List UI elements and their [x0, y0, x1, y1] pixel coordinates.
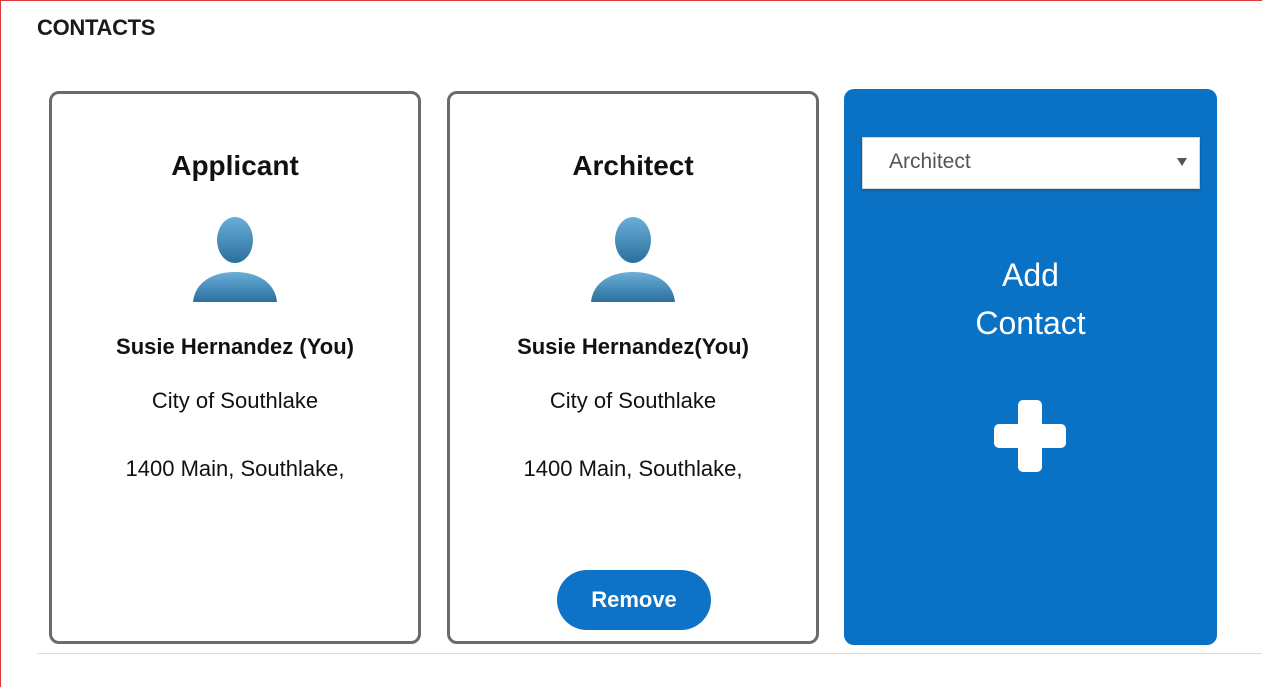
- contacts-panel: CONTACTS Applicant Susie Hernandez (You)…: [0, 0, 1262, 687]
- contact-card-applicant: Applicant Susie Hernandez (You) City of …: [49, 91, 421, 644]
- section-divider: [37, 653, 1262, 654]
- contact-card-architect: Architect Susie Hernandez(You) City of S…: [447, 91, 819, 644]
- contact-name: Susie Hernandez(You): [517, 334, 749, 359]
- contact-address: 1400 Main, Southlake,: [523, 456, 743, 481]
- contact-role: Architect: [572, 150, 694, 181]
- contact-role-select-value: Architect: [889, 150, 971, 173]
- remove-contact-button[interactable]: Remove: [557, 570, 711, 630]
- add-contact-label-line2: Contact: [975, 305, 1086, 341]
- add-contact-label-line1: Add: [1002, 257, 1059, 293]
- contact-role: Applicant: [171, 150, 299, 181]
- section-title: CONTACTS: [37, 15, 156, 40]
- plus-icon[interactable]: [994, 400, 1066, 472]
- chevron-down-icon: [1177, 158, 1187, 166]
- person-silhouette-icon: [193, 217, 277, 302]
- contact-role-select[interactable]: Architect: [862, 137, 1200, 189]
- contact-address: 1400 Main, Southlake,: [125, 456, 345, 481]
- contact-name: Susie Hernandez (You): [116, 334, 354, 359]
- contact-organization: City of Southlake: [549, 388, 717, 413]
- add-contact-card[interactable]: Architect Add Contact: [844, 89, 1217, 645]
- add-contact-label[interactable]: Add Contact: [844, 251, 1217, 347]
- contact-organization: City of Southlake: [151, 388, 319, 413]
- person-silhouette-icon: [591, 217, 675, 302]
